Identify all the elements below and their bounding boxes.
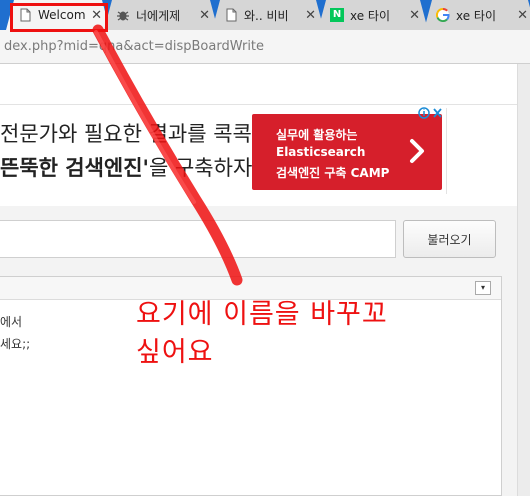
annotation-line-1: 요기에 이름을 바꾸꼬 — [136, 299, 388, 330]
annotation-text: 요기에 이름을 바꾸꼬 싶어요 — [136, 296, 388, 372]
annotation-stroke — [92, 24, 243, 286]
annotation-line-2: 싶어요 — [136, 337, 214, 368]
